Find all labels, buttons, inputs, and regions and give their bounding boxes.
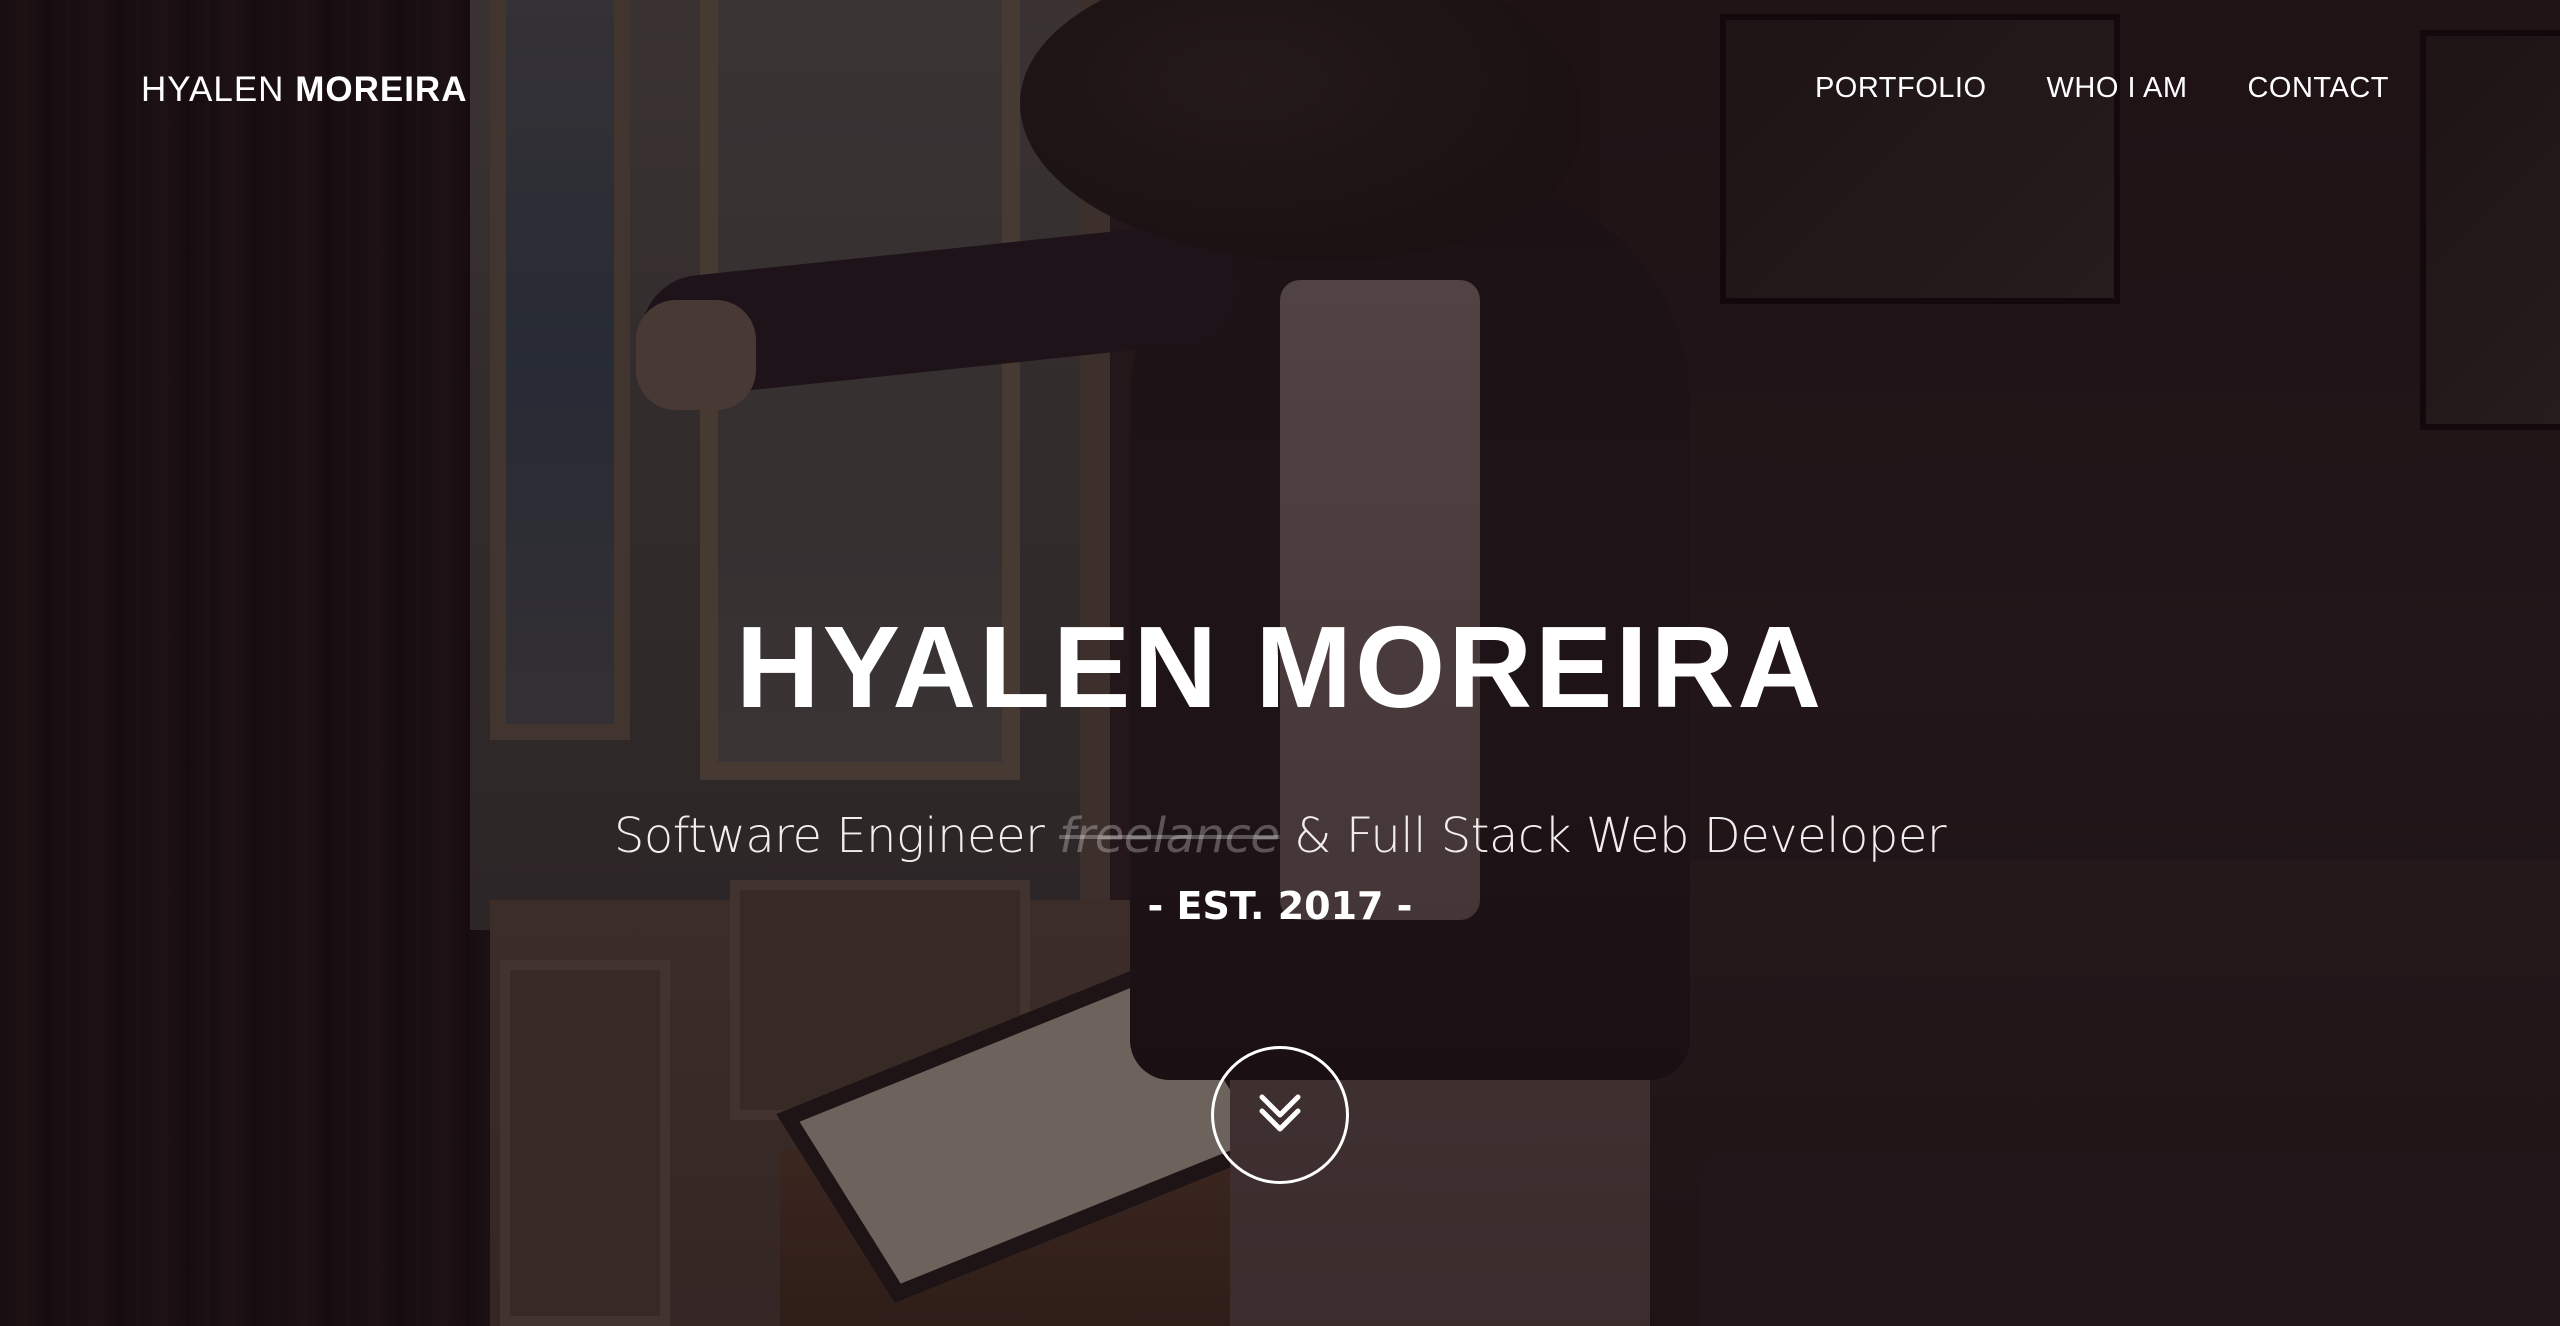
tagline-role: Software Engineer bbox=[613, 808, 1045, 864]
nav-item: WHO I AM bbox=[2047, 72, 2188, 105]
nav-link-contact[interactable]: CONTACT bbox=[2247, 72, 2389, 104]
tagline-struck-word: freelance bbox=[1059, 808, 1280, 864]
nav-menu: PORTFOLIO WHO I AM CONTACT bbox=[1815, 72, 2389, 105]
brand-logo-link[interactable]: HYALEN MOREIRA bbox=[141, 70, 467, 110]
hero-headline: HYALEN MOREIRA bbox=[735, 602, 1825, 732]
brand-first-name: HYALEN bbox=[141, 70, 285, 109]
nav-link-who-i-am[interactable]: WHO I AM bbox=[2047, 72, 2188, 104]
tagline-role-secondary: & Full Stack Web Developer bbox=[1294, 808, 1947, 864]
brand-last-name: MOREIRA bbox=[295, 70, 468, 109]
nav-item: CONTACT bbox=[2247, 72, 2389, 105]
nav-item: PORTFOLIO bbox=[1815, 72, 1987, 105]
established-year: - EST. 2017 - bbox=[1147, 884, 1413, 928]
double-chevron-down-icon bbox=[1256, 1089, 1304, 1142]
hero-section: HYALEN MOREIRA PORTFOLIO WHO I AM CONTAC… bbox=[0, 0, 2560, 1326]
scroll-down-button[interactable] bbox=[1211, 1046, 1349, 1184]
hero-tagline: Software Engineer freelance & Full Stack… bbox=[0, 808, 2560, 864]
nav-link-portfolio[interactable]: PORTFOLIO bbox=[1815, 72, 1987, 104]
top-nav: HYALEN MOREIRA PORTFOLIO WHO I AM CONTAC… bbox=[0, 0, 2560, 180]
